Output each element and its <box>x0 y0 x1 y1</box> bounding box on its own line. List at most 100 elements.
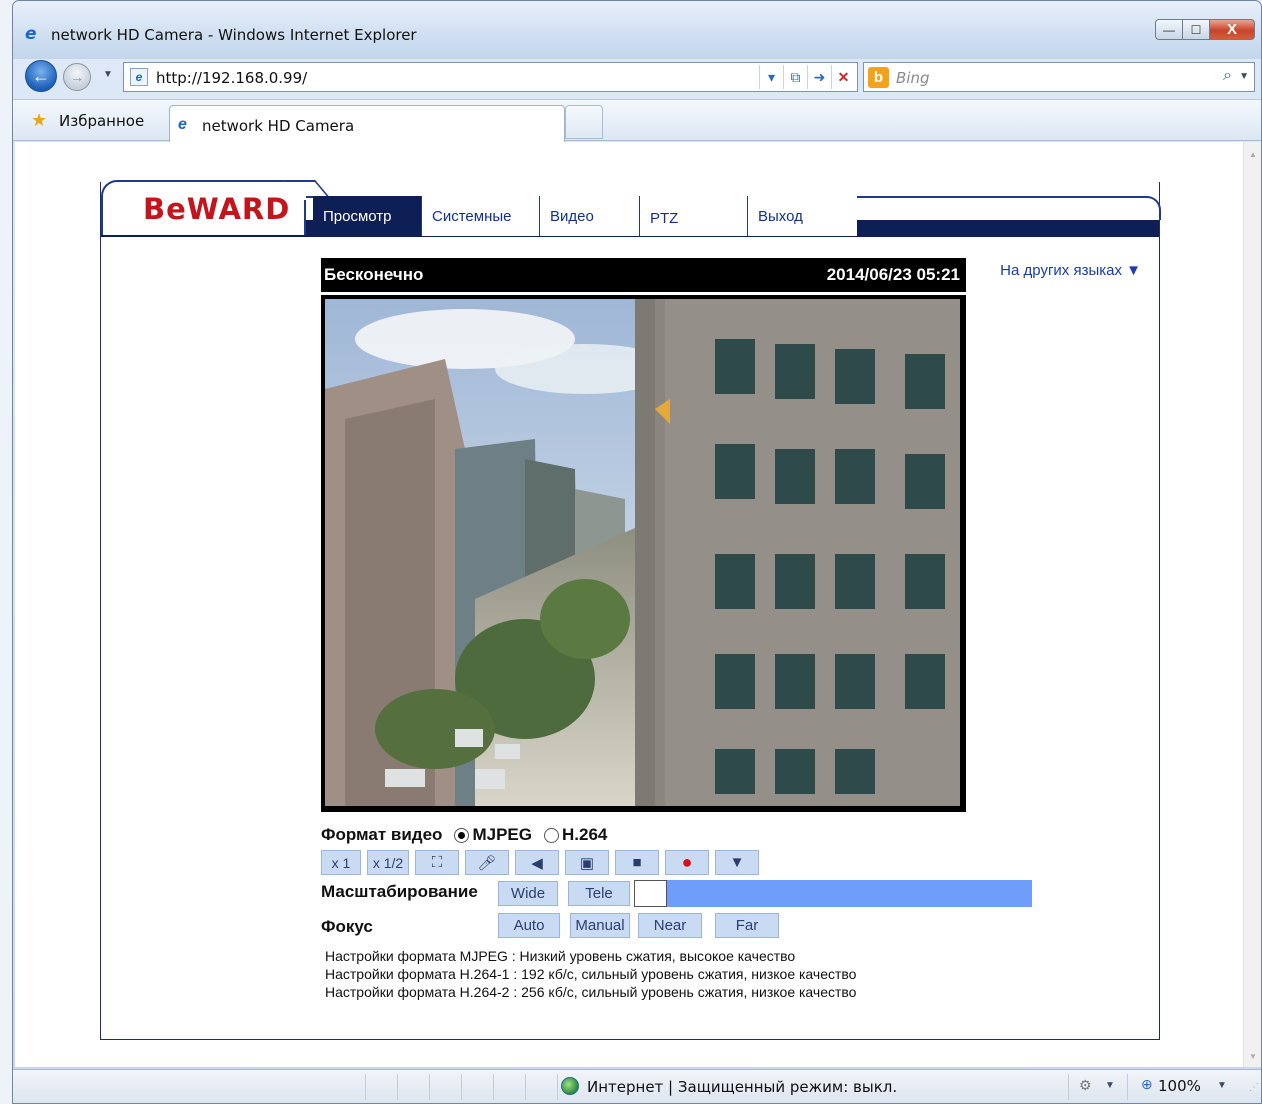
mjpeg-label[interactable]: MJPEG <box>472 825 532 845</box>
microphone-button[interactable]: 🎤︎ <box>465 850 509 875</box>
status-divider <box>1068 1074 1069 1100</box>
h264-label[interactable]: H.264 <box>562 825 607 845</box>
beward-logo: BeWARD <box>143 192 291 226</box>
page-icon: e <box>130 68 148 86</box>
logo-area: BeWARD <box>101 180 306 235</box>
navigation-bar: ← → ▼ e http://192.168.0.99/ ▾ ⧉ ➜ ✕ b B… <box>13 59 1261 97</box>
zoom-slider-handle[interactable] <box>634 880 667 907</box>
status-divider <box>365 1074 366 1100</box>
h264-radio[interactable] <box>543 827 559 843</box>
new-tab-button[interactable] <box>565 105 603 139</box>
h264-2-info: Настройки формата H.264-2 : 256 кб/с, си… <box>325 984 857 1000</box>
focus-far-button[interactable]: Far <box>715 913 779 938</box>
wide-button[interactable]: Wide <box>498 881 558 906</box>
security-icon[interactable]: ⚙ <box>1079 1077 1092 1094</box>
snapshot-icon: ▣ <box>579 854 595 872</box>
favorites-bar: ★ Избранное e network HD Camera <box>13 99 1261 142</box>
status-bar: Интернет | Защищенный режим: выкл. ⚙ ▼ ⊕… <box>13 1069 1261 1103</box>
zoom-half-button[interactable]: x 1/2 <box>367 850 409 875</box>
address-bar[interactable]: e http://192.168.0.99/ ▾ ⧉ ➜ ✕ <box>123 62 858 92</box>
tab-view[interactable]: Просмотр <box>313 196 421 236</box>
zoom-icon[interactable]: ⊕ <box>1141 1076 1153 1093</box>
bing-icon: b <box>868 67 889 88</box>
zoom-1x-button[interactable]: x 1 <box>321 850 361 875</box>
video-mode-label: Бесконечно <box>324 265 424 284</box>
ie-icon: e <box>25 24 37 44</box>
compatibility-icon[interactable]: ⧉ <box>783 65 807 89</box>
status-divider <box>397 1074 398 1100</box>
speaker-button[interactable]: ◀ <box>515 850 559 875</box>
window-controls: — ☐ X <box>1155 19 1255 41</box>
video-stream[interactable] <box>321 295 966 812</box>
favorites-button[interactable]: Избранное <box>59 112 144 130</box>
status-divider <box>461 1074 462 1100</box>
window-title: network HD Camera - Windows Internet Exp… <box>51 26 417 44</box>
video-format-label: Формат видео <box>321 825 443 844</box>
zone-status-text: Интернет | Защищенный режим: выкл. <box>587 1078 898 1096</box>
video-timestamp: 2014/06/23 05:21 <box>826 265 960 284</box>
tab-video[interactable]: Видео <box>539 196 639 236</box>
search-dropdown-icon[interactable]: ▼ <box>1239 71 1249 82</box>
main-navigation: Просмотр Системные Видео PTZ Выход <box>313 196 857 236</box>
focus-manual-button[interactable]: Manual <box>570 913 630 938</box>
security-dropdown-icon[interactable]: ▼ <box>1105 1080 1115 1091</box>
camera-page: BeWARD Просмотр Системные Видео PTZ Выхо… <box>100 180 1161 1040</box>
record-icon: ● <box>681 852 693 872</box>
video-header: Бесконечно 2014/06/23 05:21 <box>321 258 966 292</box>
address-tools: ▾ ⧉ ➜ ✕ <box>759 65 855 89</box>
video-controls: x 1 x 1/2 ⛶ 🎤︎ ◀ ▣ ■ ● ▼ <box>321 850 765 875</box>
language-selector[interactable]: На других языках ▼ <box>1000 262 1141 279</box>
status-divider <box>525 1074 526 1100</box>
snapshot-button[interactable]: ▣ <box>565 850 609 875</box>
dropdown-icon: ▼ <box>729 854 745 871</box>
h264-1-info: Настройки формата H.264-1 : 192 кб/с, си… <box>325 966 857 982</box>
tab-ie-icon: e <box>178 116 187 133</box>
page-viewport: BeWARD Просмотр Системные Видео PTZ Выхо… <box>15 142 1243 1067</box>
address-dropdown-icon[interactable]: ▾ <box>759 65 783 89</box>
tab-system[interactable]: Системные <box>421 196 539 236</box>
focus-auto-button[interactable]: Auto <box>498 913 560 938</box>
video-format-row: Формат видео MJPEG H.264 <box>321 825 607 845</box>
focus-label: Фокус <box>321 917 373 936</box>
vertical-scrollbar[interactable]: ▲ ▼ <box>1243 142 1261 1067</box>
status-divider <box>1127 1074 1128 1100</box>
back-button[interactable]: ← <box>25 60 57 92</box>
camera-image <box>325 299 960 806</box>
focus-near-button[interactable]: Near <box>638 913 702 938</box>
scroll-down-icon[interactable]: ▼ <box>1249 1052 1257 1061</box>
address-text[interactable]: http://192.168.0.99/ <box>156 69 307 87</box>
internet-zone-icon <box>561 1077 579 1095</box>
fullscreen-button[interactable]: ⛶ <box>415 850 459 875</box>
favorites-star-icon[interactable]: ★ <box>31 110 47 131</box>
microphone-icon: 🎤︎ <box>477 854 497 872</box>
stop-icon: ■ <box>632 854 642 871</box>
status-divider <box>429 1074 430 1100</box>
mjpeg-info: Настройки формата MJPEG : Низкий уровень… <box>325 948 796 964</box>
tab-exit[interactable]: Выход <box>747 196 857 236</box>
record-button[interactable]: ● <box>665 850 709 875</box>
search-placeholder[interactable]: Bing <box>896 69 930 87</box>
scroll-up-icon[interactable]: ▲ <box>1249 150 1257 159</box>
tele-button[interactable]: Tele <box>568 881 630 906</box>
zoom-dropdown-icon[interactable]: ▼ <box>1217 1080 1227 1091</box>
status-divider <box>493 1074 494 1100</box>
zoom-level[interactable]: 100% <box>1158 1077 1201 1095</box>
history-dropdown-icon[interactable]: ▼ <box>103 69 113 80</box>
close-button[interactable]: X <box>1209 19 1255 40</box>
search-box[interactable]: b Bing ⌕ ▼ <box>863 62 1255 92</box>
more-button[interactable]: ▼ <box>715 850 759 875</box>
resize-grip-icon[interactable]: ⋰ <box>1249 1082 1259 1093</box>
minimize-button[interactable]: — <box>1155 19 1183 40</box>
stop-button[interactable]: ■ <box>615 850 659 875</box>
zoom-slider[interactable] <box>634 880 1032 907</box>
browser-tab[interactable]: e network HD Camera <box>169 105 565 142</box>
tab-ptz[interactable]: PTZ <box>639 196 747 236</box>
refresh-icon[interactable]: ➜ <box>807 65 831 89</box>
mjpeg-radio[interactable] <box>454 827 470 843</box>
stop-icon[interactable]: ✕ <box>831 65 855 89</box>
search-icon[interactable]: ⌕ <box>1223 67 1232 85</box>
maximize-button[interactable]: ☐ <box>1182 19 1210 40</box>
tab-title: network HD Camera <box>202 117 355 135</box>
forward-button[interactable]: → <box>63 63 91 91</box>
fullscreen-icon: ⛶ <box>431 854 443 871</box>
